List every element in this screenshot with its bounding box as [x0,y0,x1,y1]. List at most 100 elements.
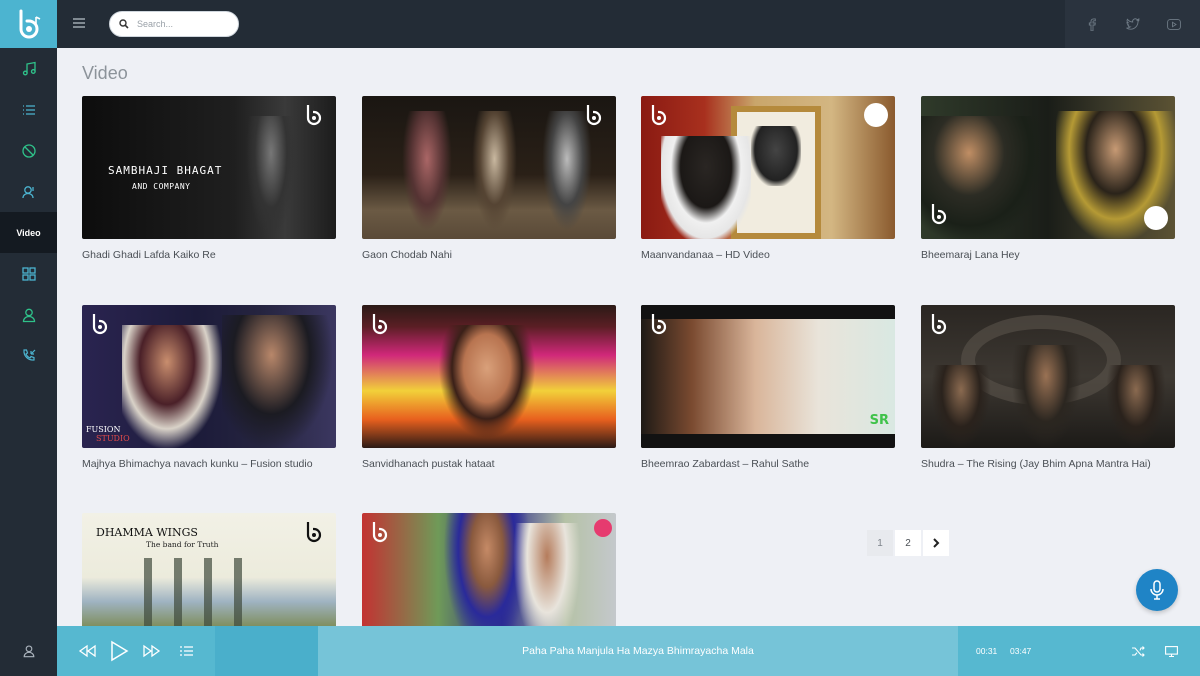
sidebar-item-albums[interactable] [0,130,57,171]
video-thumbnail[interactable] [362,305,616,448]
thumbnail-caption: DHAMMA WINGS [96,526,198,539]
play-button[interactable] [107,626,131,676]
grid-icon [21,266,36,281]
elapsed-time: 00:31 [976,646,998,656]
sidebar-item-grid[interactable] [0,253,57,294]
cast-button[interactable] [1162,626,1180,676]
video-card[interactable]: DHAMMA WINGS The band for Truth [82,513,336,626]
video-thumbnail[interactable] [921,96,1175,239]
video-card[interactable]: FUSION STUDIO Majhya Bhimachya navach ku… [82,305,336,470]
channel-badge-icon [864,103,888,127]
video-card[interactable]: Shudra – The Rising (Jay Bhim Apna Mantr… [921,305,1175,470]
sidebar-item-music[interactable] [0,48,57,89]
thumbnail-caption: The band for Truth [146,540,219,549]
page-button-1[interactable]: 1 [867,530,893,556]
video-thumbnail[interactable]: DHAMMA WINGS The band for Truth [82,513,336,626]
track-title: Paha Paha Manjula Ha Mazya Bhimrayacha M… [522,645,754,657]
brand-logo-icon [92,314,108,335]
video-thumbnail[interactable] [362,513,616,626]
screen-icon [1164,645,1178,657]
playlist-button[interactable] [177,626,195,676]
thumbnail-caption: FUSION [86,425,121,434]
video-title[interactable]: Bheemrao Zabardast – Rahul Sathe [641,458,895,470]
logo-icon [19,9,40,39]
brand-logo-icon [586,105,602,126]
search-input[interactable] [137,19,227,29]
sidebar-item-profile[interactable] [0,294,57,335]
sidebar-item-video[interactable]: Video [0,212,57,253]
app-logo[interactable] [0,0,57,48]
sidebar-item-label: Video [16,227,41,238]
play-icon [111,640,129,662]
facebook-icon[interactable] [1085,17,1099,31]
sidebar: Video [0,0,57,676]
sidebar-nav: Video [0,48,57,376]
video-thumbnail[interactable]: SAMBHAJI BHAGAT AND COMPANY [82,96,336,239]
search-box [109,11,239,37]
brand-logo-icon [372,314,388,335]
video-thumbnail[interactable]: SR [641,305,895,448]
player-bar: Paha Paha Manjula Ha Mazya Bhimrayacha M… [57,626,1200,676]
video-thumbnail[interactable]: FUSION STUDIO [82,305,336,448]
fast-forward-icon [143,644,161,658]
video-card[interactable]: Bheemaraj Lana Hey [921,96,1175,261]
total-duration: 03:47 [1010,646,1032,656]
microphone-icon [1150,580,1164,600]
video-card[interactable] [362,513,616,626]
video-card[interactable]: SAMBHAJI BHAGAT AND COMPANY Ghadi Ghadi … [82,96,336,261]
artist-icon [21,185,34,198]
sidebar-item-artists[interactable] [0,171,57,212]
hamburger-menu-icon[interactable] [73,17,85,29]
page-button-2[interactable]: 2 [895,530,921,556]
pagination: 1 2 [867,530,949,556]
voice-search-button[interactable] [1136,569,1178,611]
video-card[interactable]: Sanvidhanach pustak hataat [362,305,616,470]
user-icon [23,645,34,658]
video-card[interactable]: Gaon Chodab Nahi [362,96,616,261]
next-page-button[interactable] [923,530,949,556]
video-title[interactable]: Sanvidhanach pustak hataat [362,458,616,470]
sidebar-user-button[interactable] [0,626,57,676]
thumbnail-caption: STUDIO [96,434,130,443]
youtube-icon[interactable] [1166,17,1181,31]
previous-button[interactable] [75,626,99,676]
video-card[interactable]: SR Bheemrao Zabardast – Rahul Sathe [641,305,895,470]
list-icon [179,646,193,656]
disc-icon [21,143,36,158]
video-title[interactable]: Gaon Chodab Nahi [362,249,616,261]
video-card[interactable]: Maanvandanaa – HD Video [641,96,895,261]
video-thumbnail[interactable] [362,96,616,239]
sidebar-item-contact[interactable] [0,335,57,376]
social-links [1065,0,1200,48]
list-icon [22,104,35,115]
channel-badge-icon [1144,206,1168,230]
music-icon [22,61,36,75]
phone-icon [22,348,35,361]
top-bar [57,0,1200,48]
brand-logo-icon [651,314,667,335]
brand-logo-icon [306,522,322,543]
brand-logo-icon [931,314,947,335]
twitter-icon[interactable] [1125,17,1140,31]
channel-badge-icon [594,519,612,537]
search-icon [119,19,129,29]
sidebar-item-playlist[interactable] [0,89,57,130]
shuffle-button[interactable] [1129,626,1147,676]
brand-logo-icon [372,522,388,543]
video-thumbnail[interactable] [641,96,895,239]
video-title[interactable]: Ghadi Ghadi Lafda Kaiko Re [82,249,336,261]
shuffle-icon [1131,645,1145,657]
user-icon [22,308,35,322]
rewind-icon [78,644,96,658]
video-title[interactable]: Maanvandanaa – HD Video [641,249,895,261]
brand-logo-icon [651,105,667,126]
next-button[interactable] [141,626,163,676]
brand-logo-icon [306,105,322,126]
video-thumbnail[interactable] [921,305,1175,448]
track-progress[interactable]: Paha Paha Manjula Ha Mazya Bhimrayacha M… [318,626,958,676]
video-title[interactable]: Shudra – The Rising (Jay Bhim Apna Mantr… [921,458,1175,470]
video-title[interactable]: Bheemaraj Lana Hey [921,249,1175,261]
video-title[interactable]: Majhya Bhimachya navach kunku – Fusion s… [82,458,336,470]
thumbnail-caption: SR [869,413,889,428]
player-divider [215,626,318,676]
